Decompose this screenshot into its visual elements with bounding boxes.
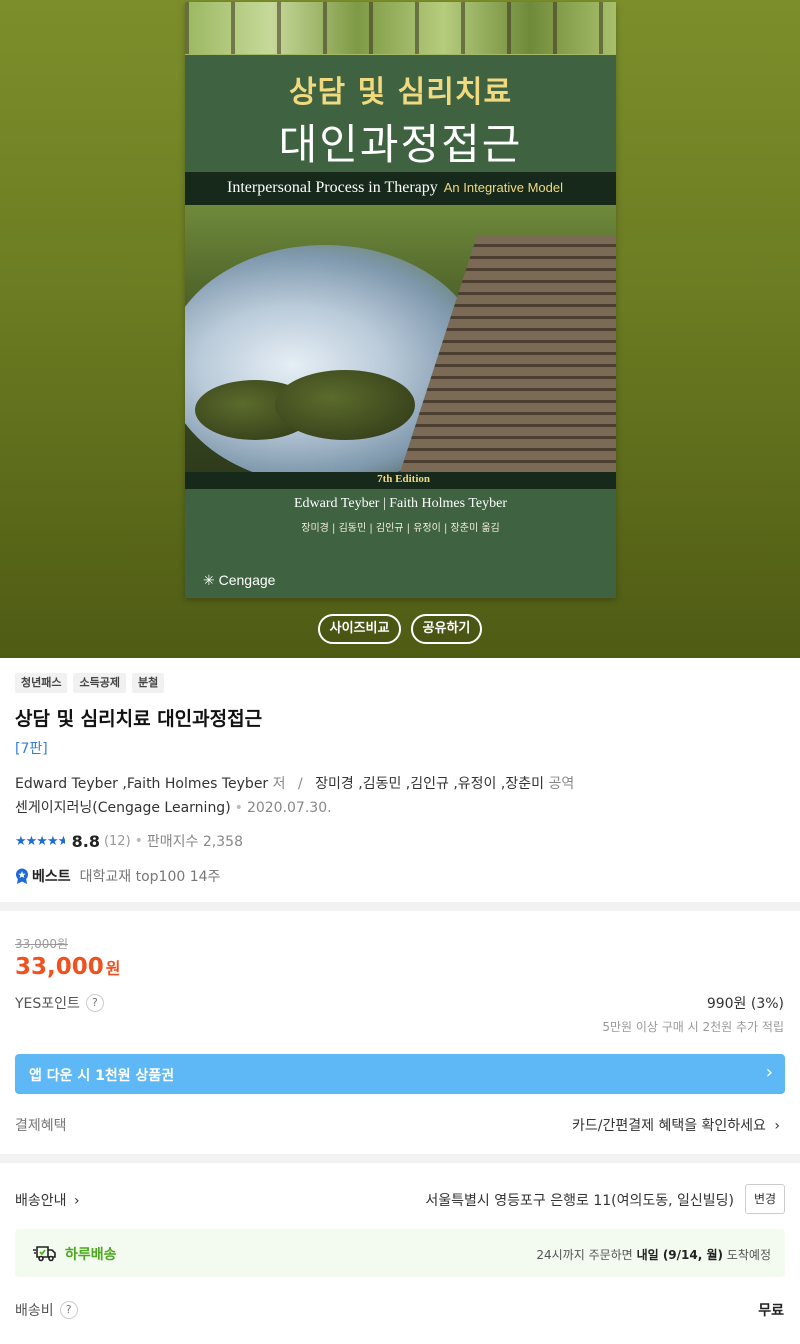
- hero-action-row: 사이즈비교 공유하기: [0, 614, 800, 644]
- shipping-fee-label: 배송비: [15, 1303, 54, 1319]
- best-ranking: 대학교재 top100 14주: [79, 869, 221, 885]
- section-divider: [0, 1154, 800, 1163]
- chevron-right-icon: ›: [73, 1193, 80, 1209]
- question-mark-icon[interactable]: ?: [59, 1301, 78, 1319]
- shipping-fee-value: 무료: [758, 1303, 784, 1319]
- cover-title-band: 상담 및 심리치료 대인과정접근: [185, 54, 616, 172]
- cover-translators: 장미경 | 김동민 | 김인규 | 유정이 | 장춘미 옮김: [301, 523, 500, 534]
- edition-link[interactable]: [7판]: [15, 738, 48, 758]
- app-banner-label: 앱 다운 시 1천원 상품권: [29, 1068, 175, 1084]
- payment-benefit-label: 결제혜택: [15, 1118, 67, 1134]
- cover-title-line-2: 대인과정접근: [278, 120, 523, 169]
- original-price: 33,000원: [15, 937, 69, 951]
- dot-separator: •: [134, 833, 143, 849]
- product-title: 상담 및 심리치료 대인과정접근: [15, 708, 263, 730]
- author-links[interactable]: Edward Teyber ,Faith Holmes Teyber: [15, 776, 268, 792]
- tag-youth-pass: 청년패스: [15, 673, 68, 693]
- translator-links[interactable]: 장미경 ,김동민 ,김인규 ,유정이 ,장춘미: [315, 776, 544, 792]
- ribbon-star-icon: [16, 868, 28, 884]
- change-address-button[interactable]: 변경: [745, 1184, 785, 1214]
- size-compare-button[interactable]: 사이즈비교: [317, 614, 402, 644]
- sales-index: 판매지수 2,358: [146, 834, 243, 850]
- rating-score: 8.8: [71, 831, 100, 851]
- delivery-truck-icon: [33, 1246, 56, 1262]
- publish-date: 2020.07.30.: [246, 800, 332, 816]
- product-image-hero: 상담 및 심리치료 대인과정접근 Interpersonal Process i…: [0, 0, 800, 658]
- sale-price-amount: 33,000: [15, 954, 104, 980]
- yes-point-label: YES포인트: [15, 996, 80, 1012]
- cengage-logo-icon: ✳: [203, 572, 219, 588]
- cover-english-band: Interpersonal Process in Therapy An Integ…: [185, 172, 616, 205]
- cover-english-subtitle: An Integrative Model: [443, 180, 563, 195]
- product-tags: 청년패스 소득공제 분철: [15, 673, 165, 693]
- fast-delivery-box: 하루배송 24시까지 주문하면 내일 (9/14, 월) 도착예정: [15, 1229, 785, 1277]
- cover-title-line-1: 상담 및 심리치료: [288, 75, 513, 110]
- chevron-right-icon: ›: [765, 1062, 773, 1083]
- tag-split-binding: 분철: [131, 673, 165, 693]
- yes-point-note: 5만원 이상 구매 시 2천원 추가 적립: [602, 1020, 784, 1034]
- payment-benefit-link[interactable]: 카드/간편결제 혜택을 확인하세요 ›: [572, 1115, 780, 1135]
- publisher-line: 센게이지러닝(Cengage Learning) • 2020.07.30.: [15, 797, 332, 817]
- shipping-fee-label-row: 배송비 ?: [15, 1300, 78, 1320]
- sale-price: 33,000 원: [15, 954, 121, 980]
- cover-forest-strip: [185, 2, 616, 54]
- book-cover-image[interactable]: 상담 및 심리치료 대인과정접근 Interpersonal Process i…: [185, 2, 616, 598]
- fast-delivery-label: 하루배송: [65, 1247, 117, 1263]
- payment-benefit-text: 카드/간편결제 혜택을 확인하세요: [572, 1118, 766, 1134]
- author-role: 저: [272, 776, 286, 792]
- yes-point-label-row: YES포인트 ?: [15, 993, 104, 1013]
- cover-rock: [275, 370, 415, 440]
- cover-authors: Edward Teyber | Faith Holmes Teyber: [294, 496, 507, 511]
- sale-price-unit: 원: [105, 959, 121, 978]
- publisher-link[interactable]: 센게이지러닝(Cengage Learning): [15, 800, 231, 816]
- cover-photo-river: [185, 205, 616, 472]
- cover-english-title: Interpersonal Process in Therapy: [227, 179, 438, 196]
- shipping-info-label: 배송안내: [15, 1193, 67, 1209]
- fast-delivery-note: 24시까지 주문하면 내일 (9/14, 월) 도착예정: [536, 1248, 771, 1262]
- rating-row[interactable]: ★★★★★ 8.8 (12) • 판매지수 2,358: [15, 831, 243, 851]
- app-download-coupon-banner[interactable]: 앱 다운 시 1천원 상품권 ›: [15, 1054, 785, 1094]
- section-divider: [0, 902, 800, 911]
- cover-edition: 7th Edition: [377, 473, 430, 485]
- best-label: 베스트: [32, 869, 71, 885]
- rating-count: (12): [103, 833, 131, 849]
- question-mark-icon[interactable]: ?: [85, 994, 104, 1012]
- author-separator: /: [298, 776, 303, 792]
- shipping-info-link[interactable]: 배송안내 ›: [15, 1190, 80, 1210]
- best-badge-row[interactable]: 베스트 대학교재 top100 14주: [15, 866, 220, 886]
- author-line: Edward Teyber ,Faith Holmes Teyber 저 / 장…: [15, 773, 574, 793]
- cover-publisher-logo: ✳ Cengage: [203, 572, 276, 588]
- tag-tax-deduction: 소득공제: [73, 673, 126, 693]
- translator-role: 공역: [548, 776, 575, 792]
- chevron-right-icon: ›: [774, 1118, 780, 1134]
- share-button[interactable]: 공유하기: [410, 614, 483, 644]
- dot-separator: •: [234, 800, 243, 816]
- yes-point-value: 990원 (3%): [706, 996, 784, 1012]
- rating-stars-icon: ★★★★★: [15, 833, 65, 849]
- shipping-address: 서울특별시 영등포구 은행로 11(여의도동, 일신빌딩): [425, 1193, 734, 1209]
- delivery-date: 내일 (9/14, 월): [636, 1248, 723, 1262]
- cover-edition-band: 7th Edition: [185, 472, 616, 489]
